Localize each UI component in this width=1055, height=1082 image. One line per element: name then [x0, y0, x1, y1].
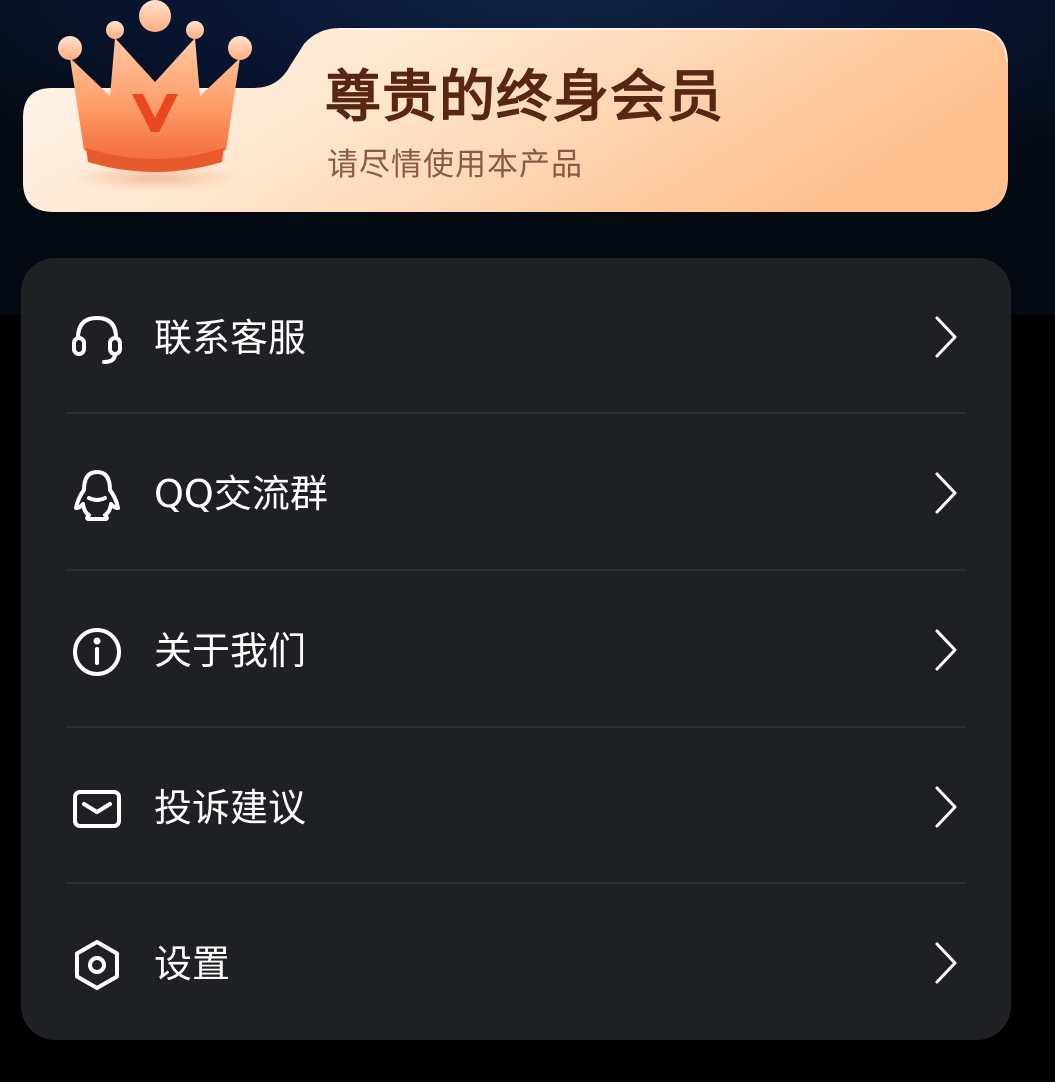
- menu-item-qq-group[interactable]: QQ交流群: [21, 414, 1011, 570]
- headset-icon: [72, 316, 122, 364]
- chevron-right-icon: [935, 316, 957, 358]
- menu-item-about-us[interactable]: 关于我们: [21, 571, 1011, 727]
- chevron-right-icon: [935, 942, 957, 984]
- menu-card: 联系客服 QQ交流群 关于我们 投诉建议 设置: [21, 258, 1011, 1040]
- qq-penguin-icon: [74, 470, 120, 521]
- vip-subtitle: 请尽情使用本产品: [327, 147, 583, 183]
- menu-item-label: 投诉建议: [154, 786, 307, 830]
- chevron-right-icon: [935, 786, 957, 828]
- menu-item-label: 关于我们: [154, 629, 307, 673]
- vip-title: 尊贵的终身会员: [325, 65, 724, 130]
- mail-icon: [73, 790, 121, 828]
- menu-item-label: 联系客服: [154, 316, 307, 360]
- page: 尊贵的终身会员 请尽情使用本产品 联系客服 QQ交流群 关于我们 投诉建议 设置: [0, 0, 1055, 1082]
- vip-banner[interactable]: 尊贵的终身会员 请尽情使用本产品: [22, 0, 1010, 215]
- menu-item-label: QQ交流群: [154, 472, 328, 516]
- menu-item-customer-service[interactable]: 联系客服: [21, 258, 1011, 414]
- crown-icon: [58, 0, 252, 192]
- menu-item-label: 设置: [154, 942, 231, 986]
- menu-item-feedback[interactable]: 投诉建议: [21, 728, 1011, 884]
- menu-item-settings[interactable]: 设置: [21, 884, 1011, 1040]
- settings-hexagon-icon: [75, 940, 119, 990]
- chevron-right-icon: [935, 472, 957, 514]
- chevron-right-icon: [935, 629, 957, 671]
- info-icon: [73, 628, 121, 676]
